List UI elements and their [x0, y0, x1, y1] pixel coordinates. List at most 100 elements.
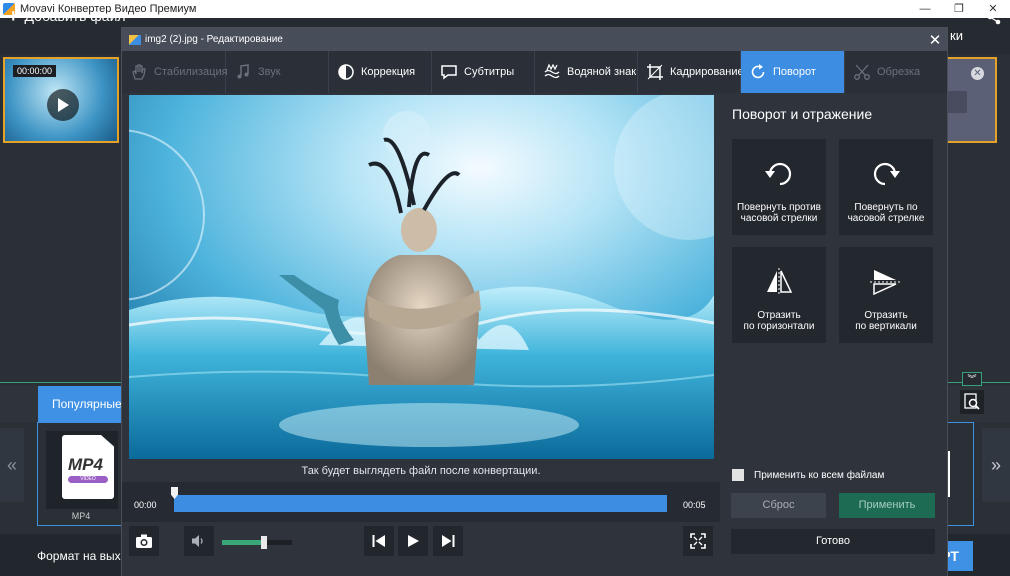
file-card-field: [945, 91, 967, 113]
crop-icon: [647, 64, 663, 80]
speech-bubble-icon: [441, 65, 457, 80]
tab-trim[interactable]: Обрезка: [845, 51, 947, 93]
tab-stabilization[interactable]: Стабилизация: [122, 51, 228, 93]
image-file-icon: [129, 34, 141, 45]
tab-watermark[interactable]: Водяной знак: [535, 51, 638, 93]
music-note-icon: [237, 64, 249, 79]
mute-button[interactable]: [184, 526, 214, 556]
format-card-mp4[interactable]: MP4 VIDEO MP4: [37, 422, 123, 526]
tab-label: Субтитры: [464, 66, 515, 78]
preview-image: [129, 95, 714, 459]
volume-knob[interactable]: [261, 536, 267, 549]
rotate-panel: Поворот и отражение Повернуть против час…: [720, 93, 947, 576]
camera-icon: [136, 534, 152, 548]
volume-fill: [222, 540, 264, 545]
play-icon[interactable]: [47, 89, 79, 121]
mp4-file-icon: MP4 VIDEO: [62, 435, 114, 499]
timeline-track[interactable]: [174, 495, 667, 512]
flip-horizontal-button[interactable]: Отразить по горизонтали: [732, 247, 826, 343]
rotate-left-icon: [765, 162, 792, 186]
tab-crop[interactable]: Кадрирование: [638, 51, 744, 93]
contrast-icon: [338, 64, 354, 80]
tab-audio[interactable]: Звук: [226, 51, 329, 93]
apply-button[interactable]: Применить: [839, 493, 935, 518]
tab-label: Кадрирование: [670, 66, 744, 78]
dialog-title: img2 (2).jpg - Редактирование: [145, 34, 283, 45]
rotate-cw-label-2: часовой стрелке: [847, 213, 925, 224]
restore-button[interactable]: ❐: [942, 0, 976, 18]
file-thumbnail[interactable]: 00:00:00: [3, 57, 119, 143]
reset-button[interactable]: Сброс: [731, 493, 826, 518]
tab-label: Стабилизация: [154, 66, 228, 78]
tab-correction[interactable]: Коррекция: [329, 51, 432, 93]
playback-controls: [122, 522, 720, 576]
search-format-button[interactable]: [960, 390, 984, 414]
skip-back-icon: [372, 535, 385, 547]
file-card[interactable]: ✕: [945, 57, 997, 143]
play-icon: [408, 535, 419, 547]
flip-vertical-label-2: по вертикали: [855, 321, 917, 332]
preview-caption: Так будет выглядеть файл после конвертац…: [301, 465, 541, 477]
rotate-cw-label-1: Повернуть по: [854, 202, 918, 213]
apply-to-all-checkbox[interactable]: Применить ко всем файлам: [732, 469, 884, 481]
fullscreen-icon: [690, 533, 706, 549]
remove-file-icon[interactable]: ✕: [971, 67, 984, 80]
rotate-ccw-label-1: Повернуть против: [737, 202, 821, 213]
share-icon[interactable]: [986, 9, 1002, 25]
hand-icon: [132, 64, 146, 80]
rotate-right-icon: [873, 162, 900, 186]
tab-label: Водяной знак: [567, 66, 637, 78]
flip-horizontal-label-1: Отразить: [757, 310, 801, 321]
flip-vertical-button[interactable]: Отразить по вертикали: [839, 247, 933, 343]
next-button[interactable]: [433, 526, 463, 556]
play-button[interactable]: [398, 526, 428, 556]
formats-scroll-right-button[interactable]: »: [982, 428, 1010, 502]
rotate-ccw-label-2: часовой стрелки: [740, 213, 818, 224]
watermark-icon: [544, 63, 560, 79]
timeline-start-time: 00:00: [134, 500, 157, 510]
collapse-panel-button[interactable]: ︾: [962, 372, 982, 386]
rotate-icon: [751, 64, 765, 79]
flip-vertical-label-1: Отразить: [864, 310, 908, 321]
flip-horizontal-icon: [767, 268, 793, 296]
add-files-button[interactable]: + Добавить файл: [8, 6, 126, 26]
toolbar-partial-label[interactable]: ки: [950, 28, 963, 43]
timeline-end-time: 00:05: [683, 500, 706, 510]
scissors-icon: [854, 64, 870, 80]
mp4-icon-badge: VIDEO: [68, 476, 108, 483]
tab-label: Обрезка: [877, 66, 921, 78]
search-icon: [964, 393, 980, 410]
apply-to-all-label: Применить ко всем файлам: [754, 469, 885, 481]
volume-slider[interactable]: [222, 536, 292, 549]
previous-button[interactable]: [364, 526, 394, 556]
rotate-panel-title: Поворот и отражение: [732, 106, 873, 122]
tab-label: Поворот: [773, 66, 816, 78]
done-button[interactable]: Готово: [731, 529, 935, 554]
output-format-label: Формат на выхо: [37, 549, 128, 563]
tab-subtitles[interactable]: Субтитры: [432, 51, 535, 93]
speaker-icon: [192, 535, 203, 547]
tab-popular[interactable]: Популярные: [38, 386, 122, 422]
timeline: 00:00 00:05: [122, 482, 720, 522]
rotate-ccw-button[interactable]: Повернуть против часовой стрелки: [732, 139, 826, 235]
fullscreen-button[interactable]: [683, 526, 713, 556]
snapshot-button[interactable]: [129, 526, 159, 556]
tab-rotate[interactable]: Поворот: [741, 51, 845, 93]
rotate-cw-button[interactable]: Повернуть по часовой стрелке: [839, 139, 933, 235]
thumbnail-timecode: 00:00:00: [13, 65, 57, 77]
format-card-partial[interactable]: [946, 422, 974, 526]
minimize-button[interactable]: —: [908, 0, 942, 18]
dialog-close-button[interactable]: ✕: [923, 31, 947, 49]
edit-dialog: img2 (2).jpg - Редактирование ✕ Стабилиз…: [121, 27, 948, 576]
plus-icon: +: [8, 6, 19, 26]
video-preview: [129, 95, 714, 459]
formats-scroll-left-button[interactable]: «: [0, 428, 24, 502]
flip-vertical-icon: [870, 270, 902, 296]
format-caption: MP4: [71, 511, 91, 521]
tab-label: Коррекция: [361, 66, 416, 78]
flip-horizontal-label-2: по горизонтали: [743, 321, 815, 332]
checkbox-box[interactable]: [732, 469, 744, 481]
mp4-icon-label: MP4: [68, 455, 103, 474]
edit-tools-bar: Стабилизация Звук Коррекция Субтитры Вод…: [122, 51, 947, 93]
main-titlebar: Movavi Конвертер Видео Премиум — ❐ ✕: [0, 0, 1010, 18]
